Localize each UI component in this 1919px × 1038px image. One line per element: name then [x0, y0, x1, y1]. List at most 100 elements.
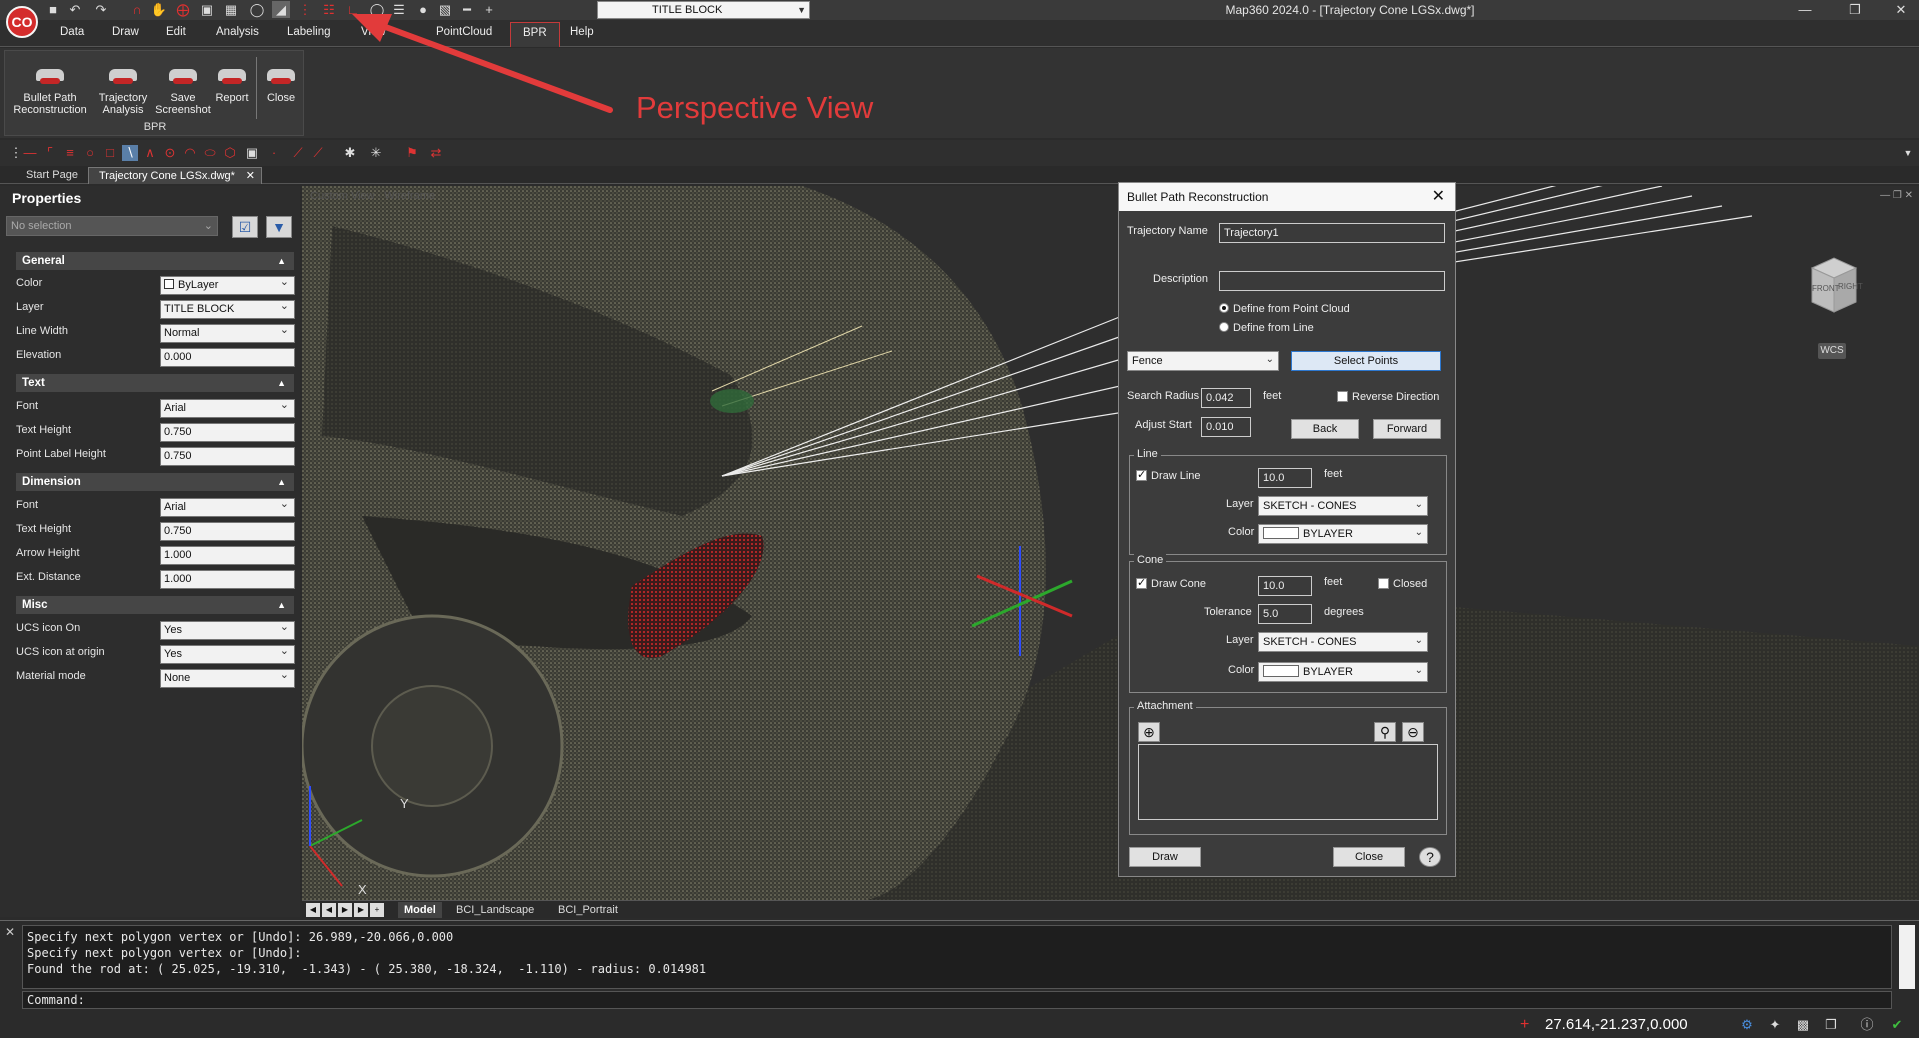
wcs-button[interactable]: WCS — [1818, 343, 1846, 359]
undo-icon[interactable]: ↶ — [66, 1, 84, 18]
radio-point-cloud[interactable]: Define from Point Cloud — [1219, 303, 1350, 315]
tools-icon[interactable]: ✦ — [1766, 1016, 1784, 1034]
adjust-start-input[interactable]: 0.010 — [1201, 417, 1251, 437]
section-misc[interactable]: Misc ▲ — [16, 596, 294, 614]
tab-start-page[interactable]: Start Page — [16, 167, 88, 184]
first-tab-icon[interactable]: ◀ — [306, 903, 320, 917]
tab-trajectory-cone[interactable]: Trajectory Cone LGSx.dwg* ✕ — [88, 167, 262, 184]
pan-hand-icon[interactable]: ✋ — [150, 1, 168, 18]
closed-checkbox[interactable]: Closed — [1378, 578, 1427, 590]
cone-layer-dropdown[interactable]: SKETCH - CONES ⌄ — [1258, 632, 1428, 652]
flag-tool-icon[interactable]: ⚑ — [404, 145, 420, 161]
zoom-icon[interactable]: ⨁ — [174, 1, 192, 18]
prev-tab-icon[interactable]: ◀ — [322, 903, 336, 917]
draw-cone-checkbox[interactable]: Draw Cone — [1136, 576, 1206, 590]
menu-view[interactable]: View — [361, 26, 386, 38]
select-points-button[interactable]: Select Points — [1291, 351, 1441, 371]
remove-attachment-icon[interactable]: ⊖ — [1402, 722, 1424, 742]
ortho-icon[interactable]: ∟ — [344, 1, 362, 18]
sphere-icon[interactable]: ● — [414, 1, 432, 18]
filter-icon[interactable]: ▼ — [266, 216, 292, 238]
ext-distance-field[interactable]: 1.000 — [160, 570, 295, 589]
dim-text-height-field[interactable]: 0.750 — [160, 522, 295, 541]
menu-edit[interactable]: Edit — [166, 26, 186, 38]
color-dropdown[interactable]: ByLayer — [160, 274, 295, 295]
angle-tool-icon[interactable]: ∧ — [142, 145, 158, 161]
tab-model[interactable]: Model — [398, 902, 442, 918]
add-icon[interactable]: + — [480, 1, 498, 18]
line-layer-dropdown[interactable]: SKETCH - CONES ⌄ — [1258, 496, 1428, 516]
close-button[interactable]: Close — [1333, 847, 1405, 867]
points-icon[interactable]: ⋮ — [296, 1, 314, 18]
next-tab-icon[interactable]: ▶ — [338, 903, 352, 917]
settings-gear-icon[interactable]: ⚙ — [1738, 1016, 1756, 1034]
close-icon[interactable]: ✕ — [5, 925, 15, 939]
reverse-direction-checkbox[interactable]: Reverse Direction — [1337, 391, 1439, 403]
draw-button[interactable]: Draw — [1129, 847, 1201, 867]
draw-line-checkbox[interactable]: Draw Line — [1136, 468, 1201, 482]
layers-icon[interactable]: ☰ — [390, 1, 408, 18]
point-label-height-field[interactable]: 0.750 — [160, 447, 295, 466]
line-length-input[interactable]: 10.0 — [1258, 468, 1312, 488]
model-icon[interactable]: ▧ — [436, 1, 454, 18]
check-status-icon[interactable]: ✔ — [1888, 1016, 1906, 1034]
polygon-tool-icon[interactable]: ⬡ — [222, 145, 238, 161]
line-width-dropdown[interactable]: Normal — [160, 322, 295, 343]
menu-data[interactable]: Data — [60, 26, 84, 38]
info-icon[interactable]: ⓘ — [1858, 1016, 1876, 1034]
report-button[interactable]: Report — [209, 55, 255, 104]
menu-draw[interactable]: Draw — [112, 26, 139, 38]
star-tool-icon[interactable]: ✱ — [342, 145, 358, 161]
viewcube-front[interactable]: FRONT — [1812, 284, 1840, 293]
elevation-field[interactable]: 0.000 — [160, 348, 295, 367]
font-dropdown[interactable]: Arial — [160, 397, 295, 418]
bullet-path-reconstruction-button[interactable]: Bullet Path Reconstruction — [9, 55, 91, 116]
polyline-tool-icon[interactable]: ⌜ — [42, 145, 58, 161]
box-icon[interactable]: ▦ — [222, 1, 240, 18]
dim-font-dropdown[interactable]: Arial — [160, 496, 295, 517]
close-window-icon[interactable]: ✕ — [1886, 1, 1916, 19]
viewport-window-controls[interactable]: — ❐ ✕ — [1880, 190, 1913, 201]
lineweight-icon[interactable]: ━ — [458, 1, 476, 18]
method-dropdown[interactable]: Fence ⌄ — [1127, 351, 1279, 371]
line-tool-icon[interactable]: — — [22, 145, 38, 161]
selection-dropdown[interactable]: No selection ⌄ — [6, 216, 218, 236]
menu-help[interactable]: Help — [570, 26, 594, 38]
command-input[interactable]: Command: — [22, 991, 1892, 1009]
menu-pointcloud[interactable]: PointCloud — [436, 26, 492, 38]
magnet-icon[interactable]: ∩ — [128, 1, 146, 18]
add-layout-icon[interactable]: + — [370, 903, 384, 917]
line-color-dropdown[interactable]: BYLAYER ⌄ — [1258, 524, 1428, 544]
section-text[interactable]: Text ▲ — [16, 374, 294, 392]
windows-icon[interactable]: ❐ — [1822, 1016, 1840, 1034]
close-tab-icon[interactable]: ✕ — [246, 168, 255, 184]
ellipse-tool-icon[interactable]: ⬭ — [202, 145, 218, 161]
menu-bpr[interactable]: BPR — [510, 22, 560, 47]
arc-tool-icon[interactable]: ◠ — [182, 145, 198, 161]
screen-icon[interactable]: ▩ — [1794, 1016, 1812, 1034]
ladder-tool-icon[interactable]: ≡ — [62, 145, 78, 161]
perspective-view-icon[interactable]: ◢ — [272, 1, 290, 18]
attachment-list[interactable] — [1138, 744, 1438, 820]
search-radius-input[interactable]: 0.042 — [1201, 388, 1251, 408]
view-label[interactable]: Custom View · Wireframe — [310, 190, 435, 202]
point-tool-icon[interactable]: · — [266, 145, 282, 161]
section-dimension[interactable]: Dimension ▲ — [16, 473, 294, 491]
tolerance-input[interactable]: 5.0 — [1258, 604, 1312, 624]
quick-select-icon[interactable]: ☑ — [232, 216, 258, 238]
cone-color-dropdown[interactable]: BYLAYER ⌄ — [1258, 662, 1428, 682]
hatch-tool-icon[interactable]: ⟋ — [310, 145, 326, 161]
tab-bci-landscape[interactable]: BCI_Landscape — [450, 902, 540, 918]
material-mode-dropdown[interactable]: None — [160, 667, 295, 688]
close-bpr-button[interactable]: Close — [261, 55, 301, 104]
car-tool-icon[interactable]: ▣ — [244, 145, 260, 161]
last-tab-icon[interactable]: ▶ — [354, 903, 368, 917]
save-screenshot-button[interactable]: Save Screenshot — [151, 55, 215, 116]
ucs-icon-origin-dropdown[interactable]: Yes — [160, 643, 295, 664]
viewcube-right[interactable]: RIGHT — [1838, 282, 1863, 291]
slash-tool-icon[interactable]: ⟋ — [290, 145, 306, 161]
drawing-viewport[interactable]: Custom View · Wireframe — ❐ ✕ Y X — [302, 186, 1919, 900]
ucs-icon-on-dropdown[interactable]: Yes — [160, 619, 295, 640]
viewcube[interactable]: FRONT RIGHT — [1798, 250, 1868, 320]
command-scrollbar[interactable] — [1899, 925, 1915, 989]
